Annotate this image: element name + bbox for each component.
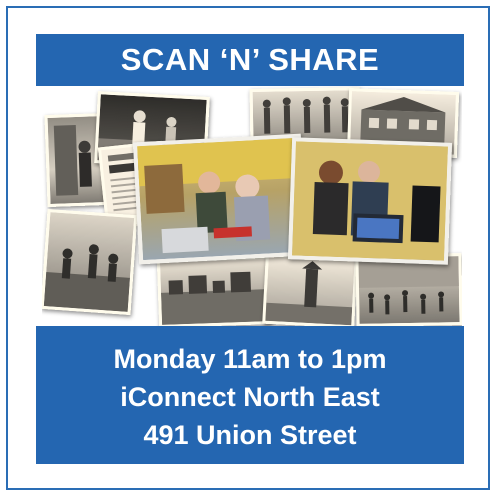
photo-collage	[42, 86, 462, 326]
monument-shape	[265, 261, 353, 326]
old-photo-monument	[262, 253, 358, 326]
old-photo-bathers	[42, 208, 138, 316]
event-venue: iConnect North East	[120, 382, 380, 412]
info-banner: Monday 11am to 1pm iConnect North East 4…	[36, 326, 464, 464]
couple-laptop-scene	[137, 137, 300, 254]
harbour-scene	[160, 271, 269, 325]
event-schedule: Monday 11am to 1pm	[113, 344, 387, 374]
title-banner: SCAN ‘N’ SHARE	[36, 34, 464, 86]
poster-title: SCAN ‘N’ SHARE	[120, 42, 380, 77]
dancers-figures	[262, 96, 349, 134]
bathers-figures	[43, 244, 130, 312]
photo-elderly-couple-laptop	[132, 133, 308, 265]
photo-couple-at-computer	[287, 137, 453, 265]
couple-computer-scene	[292, 141, 448, 261]
street-crowd-figures	[358, 256, 459, 315]
old-photo-harbour	[156, 256, 272, 326]
event-address: 491 Union Street	[143, 420, 357, 450]
